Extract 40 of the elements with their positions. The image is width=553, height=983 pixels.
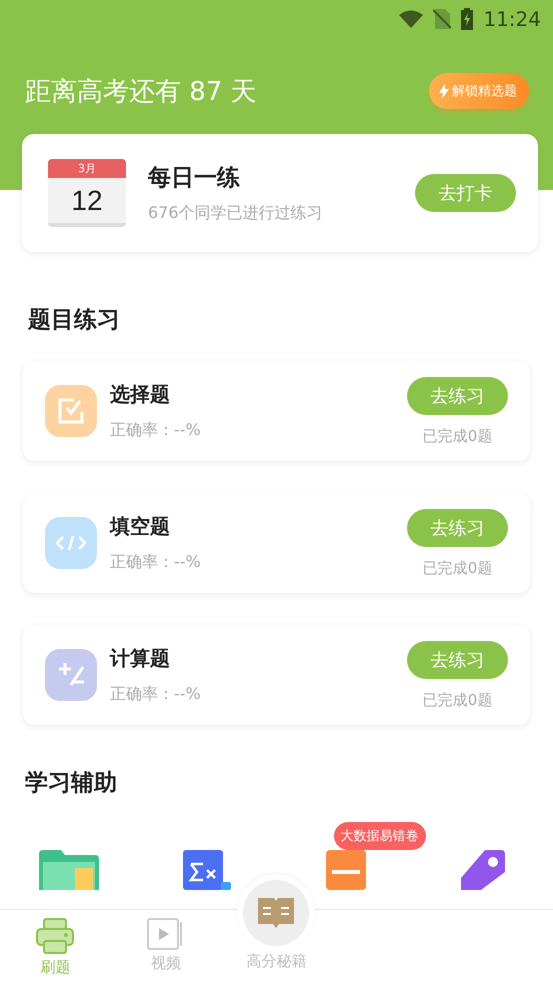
book-icon (258, 898, 294, 928)
accuracy-text: 正确率：--% (110, 420, 202, 442)
practice-title: 填空题 (110, 513, 171, 540)
section-title: 题目练习 (28, 307, 120, 333)
section-title: 学习辅助 (25, 770, 117, 796)
completed-count: 已完成0题 (422, 558, 492, 578)
video-icon (146, 918, 185, 950)
code-icon (56, 534, 86, 552)
practice-title: 计算题 (110, 645, 171, 672)
completed-count: 已完成0题 (422, 690, 492, 710)
no-sim-icon (433, 9, 452, 29)
tab-item[interactable]: 刷题 (0, 910, 111, 983)
tool-badge: 大数据易错卷 (334, 822, 426, 850)
checkbox-icon (58, 398, 84, 424)
battery-icon (461, 8, 474, 30)
check-in-button[interactable]: 去打卡 (415, 174, 516, 212)
practice-title: 选择题 (110, 381, 171, 408)
unlock-button[interactable]: 解锁精选题 (429, 73, 529, 109)
printer-icon (36, 918, 74, 954)
tab-item[interactable]: 视频 (110, 910, 222, 983)
accuracy-text: 正确率：--% (110, 684, 202, 706)
practice-button[interactable]: 去练习 (407, 376, 508, 415)
lightning-icon (439, 84, 449, 98)
daily-subtitle: 676个同学已进行过练习 (148, 203, 324, 224)
status-time: 11:24 (483, 7, 541, 31)
tab-item[interactable]: 高分秘籍 (221, 880, 332, 983)
formula-icon (183, 850, 232, 890)
calendar-month: 3月 (48, 159, 126, 178)
daily-title: 每日一练 (148, 164, 241, 193)
folder-icon (39, 850, 100, 890)
practice-button[interactable]: 去练习 (407, 640, 508, 679)
wifi-icon (399, 10, 424, 28)
countdown-text: 距离高考还有 87 天 (25, 76, 257, 108)
completed-count: 已完成0题 (422, 426, 492, 446)
plus-minus-icon (57, 662, 85, 688)
practice-button[interactable]: 去练习 (407, 508, 508, 547)
tag-icon (460, 850, 507, 890)
paper-icon (326, 850, 366, 890)
calendar-day: 12 (48, 178, 126, 223)
accuracy-text: 正确率：--% (110, 552, 202, 574)
